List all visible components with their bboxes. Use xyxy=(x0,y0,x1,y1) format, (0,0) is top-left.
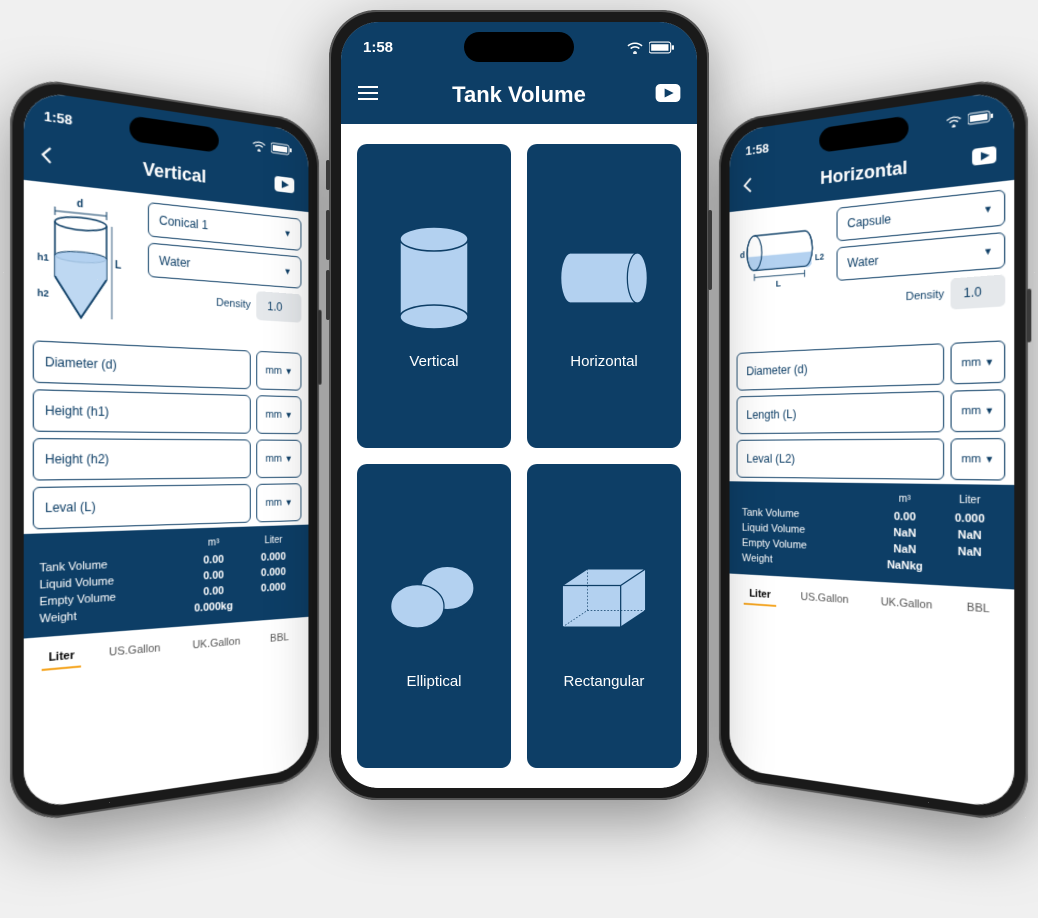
horizontal-cylinder-icon xyxy=(554,223,654,333)
inputs-section: Diameter (d) mm▼ Length (L) mm▼ Leval (L… xyxy=(730,336,1015,485)
card-label: Horizontal xyxy=(570,353,638,370)
card-label: Vertical xyxy=(409,353,458,370)
chevron-down-icon: ▼ xyxy=(284,228,292,238)
input-h2[interactable]: Height (h2) xyxy=(33,438,251,481)
chevron-down-icon: ▼ xyxy=(284,266,292,276)
fluid-select[interactable]: Water ▼ xyxy=(837,232,1006,281)
clock: 1:58 xyxy=(44,108,73,128)
density-value[interactable]: 1.0 xyxy=(951,274,1006,309)
density-label: Density xyxy=(216,297,251,311)
battery-icon xyxy=(649,41,675,54)
unit-select[interactable]: mm▼ xyxy=(951,340,1006,384)
card-vertical[interactable]: Vertical xyxy=(357,144,511,448)
input-level[interactable]: Leval (L2) xyxy=(737,438,945,479)
phone-center: 1:58 Tank Volume xyxy=(329,10,709,800)
svg-text:h1: h1 xyxy=(37,251,49,263)
phone-left: 1:58 Vertical d xyxy=(10,74,319,825)
elliptical-icon xyxy=(384,543,484,653)
unit-select[interactable]: mm▼ xyxy=(256,351,301,391)
input-diameter[interactable]: Diameter (d) xyxy=(33,340,251,389)
unit-select[interactable]: mm▼ xyxy=(256,395,301,434)
card-elliptical[interactable]: Elliptical xyxy=(357,464,511,768)
unit-select[interactable]: mm▼ xyxy=(256,440,301,479)
tab-usgallon[interactable]: US.Gallon xyxy=(103,638,167,666)
card-label: Elliptical xyxy=(406,673,461,690)
input-level[interactable]: Leval (L) xyxy=(33,484,251,530)
tab-usgallon[interactable]: US.Gallon xyxy=(795,587,855,613)
battery-icon xyxy=(968,109,994,125)
video-icon[interactable] xyxy=(275,176,298,199)
video-icon[interactable] xyxy=(972,145,1001,171)
tab-liter[interactable]: Liter xyxy=(744,584,776,607)
tab-ukgallon[interactable]: UK.Gallon xyxy=(186,631,245,658)
card-rectangular[interactable]: Rectangular xyxy=(527,464,681,768)
unit-select[interactable]: mm▼ xyxy=(951,389,1006,432)
chevron-down-icon: ▼ xyxy=(983,203,993,215)
density-label: Density xyxy=(906,288,944,303)
fluid-select[interactable]: Water ▼ xyxy=(148,243,302,289)
svg-text:L2: L2 xyxy=(815,252,824,262)
back-icon[interactable] xyxy=(37,144,66,172)
tab-bbl[interactable]: BBL xyxy=(265,627,295,651)
page-title: Tank Volume xyxy=(383,82,655,108)
unit-select[interactable]: mm▼ xyxy=(256,483,301,522)
chevron-down-icon: ▼ xyxy=(983,246,993,257)
battery-icon xyxy=(271,142,293,156)
card-horizontal[interactable]: Horizontal xyxy=(527,144,681,448)
input-length[interactable]: Length (L) xyxy=(737,391,945,434)
input-h1[interactable]: Height (h1) xyxy=(33,389,251,434)
svg-text:L: L xyxy=(115,260,121,272)
wifi-icon xyxy=(626,41,644,54)
input-diameter[interactable]: Diameter (d) xyxy=(737,343,945,391)
unit-select[interactable]: mm▼ xyxy=(951,438,1006,481)
back-icon[interactable] xyxy=(740,175,763,200)
wifi-icon xyxy=(945,114,962,129)
svg-text:L: L xyxy=(776,278,781,289)
clock: 1:58 xyxy=(363,39,393,56)
rectangular-icon xyxy=(554,543,654,653)
svg-text:d: d xyxy=(77,198,84,210)
category-grid: Vertical Horizontal xyxy=(341,124,697,788)
svg-text:h2: h2 xyxy=(37,287,49,299)
inputs-section: Diameter (d) mm▼ Height (h1) mm▼ Height … xyxy=(24,336,309,534)
tank-diagram: d h1 h2 xyxy=(33,189,140,333)
card-label: Rectangular xyxy=(564,673,645,690)
tab-bbl[interactable]: BBL xyxy=(960,597,996,622)
results-panel: m³Liter Tank Volume0.000.000 Liquid Volu… xyxy=(730,481,1015,589)
tab-ukgallon[interactable]: UK.Gallon xyxy=(875,592,939,619)
wifi-icon xyxy=(252,139,267,153)
tank-diagram: d L2 L xyxy=(737,209,829,342)
vertical-cylinder-icon xyxy=(384,223,484,333)
phone-right: 1:58 Horizontal d xyxy=(719,74,1028,825)
video-icon[interactable] xyxy=(655,84,681,107)
menu-icon[interactable] xyxy=(357,84,383,107)
tab-liter[interactable]: Liter xyxy=(42,645,81,671)
density-value[interactable]: 1.0 xyxy=(256,291,301,323)
clock: 1:58 xyxy=(745,140,768,158)
svg-text:d: d xyxy=(740,250,745,260)
app-header: Tank Volume xyxy=(341,72,697,124)
